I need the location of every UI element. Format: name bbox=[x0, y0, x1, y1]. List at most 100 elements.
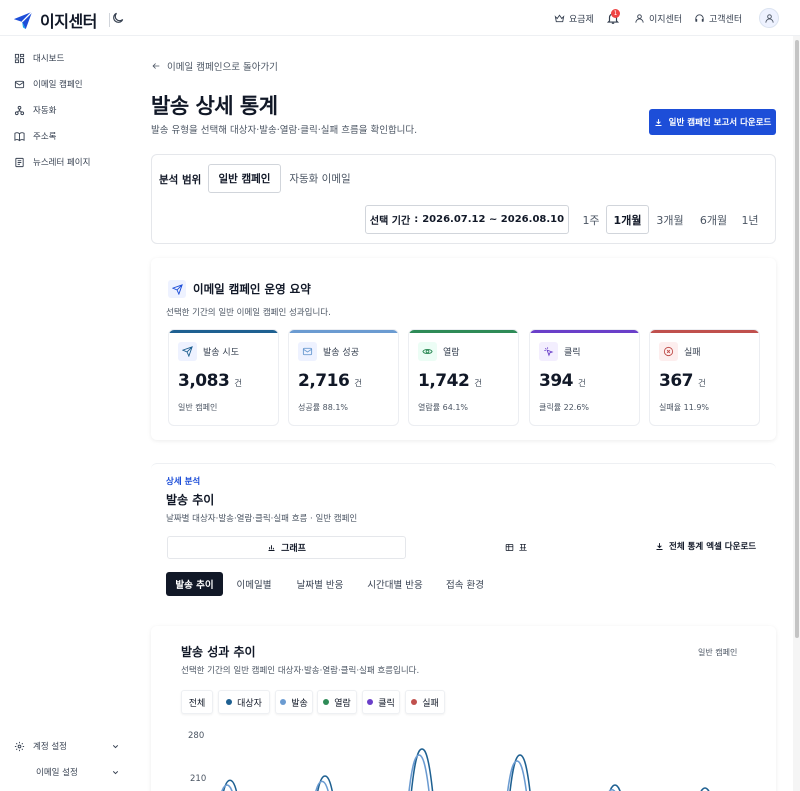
automation-icon bbox=[14, 105, 25, 115]
view-tab-table[interactable]: 표 bbox=[410, 536, 622, 559]
detail-eyebrow: 상세 분석 bbox=[166, 477, 201, 487]
sidebar-item-dashboard[interactable]: 대시보드 bbox=[14, 52, 64, 64]
kpi-note: 성공률 88.1% bbox=[298, 403, 349, 412]
period-option-1w[interactable]: 1주 bbox=[579, 205, 603, 234]
eye-icon bbox=[422, 348, 433, 355]
moon-icon[interactable] bbox=[111, 11, 125, 25]
kpi-number: 394 bbox=[539, 371, 574, 391]
dashboard-icon bbox=[14, 53, 25, 63]
excel-download-button[interactable]: 전체 통계 엑셀 다운로드 bbox=[655, 540, 756, 552]
summary-icon-box bbox=[168, 280, 186, 298]
support-link[interactable]: 고객센터 bbox=[694, 12, 742, 25]
legend-filter-item[interactable]: 대상자 bbox=[218, 690, 270, 714]
sidebar-item-label: 뉴스레터 페이지 bbox=[33, 158, 91, 168]
scope-label: 분석 범위 bbox=[159, 174, 202, 186]
kpi-accent-bar bbox=[650, 330, 759, 333]
detail-subtitle: 날짜별 대상자·발송·열람·클릭·실패 흐름 · 일반 캠페인 bbox=[166, 514, 358, 524]
period-option-3m[interactable]: 3개월 bbox=[652, 205, 688, 234]
pricing-label: 요금제 bbox=[569, 15, 594, 25]
kpi-unit: 건 bbox=[578, 379, 586, 389]
pricing-link[interactable]: 요금제 bbox=[554, 12, 594, 25]
paper-plane-logo-icon bbox=[13, 11, 33, 30]
sub-tab-send-trend[interactable]: 발송 추이 bbox=[166, 572, 223, 596]
user-icon bbox=[635, 14, 644, 23]
legend-filter-item[interactable]: 열람 bbox=[317, 690, 357, 714]
legend-label: 클릭 bbox=[378, 698, 395, 709]
period-value: 2026.07.12 ~ 2026.08.10 bbox=[422, 214, 565, 225]
account-settings-menu[interactable]: 계정 설정 bbox=[14, 740, 120, 752]
legend-dot bbox=[226, 699, 233, 705]
avatar[interactable] bbox=[759, 8, 779, 28]
kpi-value: 2,716 건 bbox=[298, 371, 362, 391]
y-tick-label: 210 bbox=[190, 774, 207, 784]
kpi-number: 2,716 bbox=[298, 371, 350, 391]
send-icon bbox=[182, 346, 193, 357]
sub-tab-by-email[interactable]: 이메일별 bbox=[228, 572, 280, 596]
kpi-label: 실패 bbox=[684, 348, 701, 358]
sidebar-item-address-book[interactable]: 주소록 bbox=[14, 130, 56, 142]
legend-filter-item[interactable]: 실패 bbox=[405, 690, 445, 714]
kpi-number: 3,083 bbox=[178, 371, 230, 391]
kpi-value: 3,083 건 bbox=[178, 371, 242, 391]
kpi-card: 실패 367 건 실패율 11.9% bbox=[649, 329, 760, 426]
page-subtitle: 발송 유형을 선택해 대상자·발송·열람·클릭·실패 흐름을 확인합니다. bbox=[151, 125, 418, 136]
period-label: 선택 기간 bbox=[369, 216, 411, 227]
legend-filter-item[interactable]: 발송 bbox=[275, 690, 313, 714]
sidebar-item-label: 주소록 bbox=[33, 132, 57, 142]
period-range-display[interactable]: 선택 기간 : 2026.07.12 ~ 2026.08.10 bbox=[365, 205, 569, 234]
kpi-value: 1,742 건 bbox=[418, 371, 482, 391]
scope-tab-automation[interactable]: 자동화 이메일 bbox=[284, 164, 356, 193]
kpi-unit: 건 bbox=[698, 379, 706, 389]
kpi-accent-bar bbox=[289, 330, 398, 333]
sub-tab-by-hour[interactable]: 시간대별 반응 bbox=[360, 572, 430, 596]
excel-download-label: 전체 통계 엑셀 다운로드 bbox=[669, 542, 757, 552]
view-tab-graph[interactable]: 그래프 bbox=[167, 536, 406, 559]
sidebar-item-newsletter[interactable]: 뉴스레터 페이지 bbox=[14, 156, 90, 168]
kpi-label: 열람 bbox=[443, 348, 460, 358]
view-tab-label: 그래프 bbox=[281, 544, 306, 554]
mail-icon bbox=[14, 80, 25, 88]
send-icon bbox=[171, 283, 183, 295]
chevron-down-icon bbox=[112, 744, 119, 748]
legend-filter-all[interactable]: 전체 bbox=[181, 690, 213, 714]
sidebar-item-email-campaign[interactable]: 이메일 캠페인 bbox=[14, 78, 83, 90]
period-option-6m[interactable]: 6개월 bbox=[695, 205, 732, 234]
brand-logo[interactable]: 이지센터 bbox=[12, 8, 110, 32]
click-icon bbox=[544, 347, 554, 357]
sub-tab-environment[interactable]: 접속 환경 bbox=[438, 572, 492, 596]
page-title: 발송 상세 통계 bbox=[151, 94, 278, 118]
sidebar: 대시보드 이메일 캠페인 자동화 주소록 뉴스레터 페이지 계정 설정 이메일 … bbox=[0, 36, 135, 791]
kpi-card: 발송 성공 2,716 건 성공률 88.1% bbox=[288, 329, 399, 426]
kpi-unit: 건 bbox=[234, 379, 243, 389]
period-option-1m[interactable]: 1개월 bbox=[606, 205, 649, 234]
back-link[interactable]: 이메일 캠페인으로 돌아가기 bbox=[151, 59, 278, 73]
legend-filter-item[interactable]: 클릭 bbox=[362, 690, 400, 714]
kpi-value: 394 건 bbox=[539, 371, 586, 391]
kpi-number: 367 bbox=[659, 371, 694, 391]
kpi-label: 클릭 bbox=[564, 348, 581, 358]
view-tab-label: 표 bbox=[518, 544, 528, 554]
user-avatar-icon bbox=[764, 13, 774, 23]
email-settings-label: 이메일 설정 bbox=[36, 768, 78, 778]
kpi-icon-box bbox=[298, 342, 317, 361]
brand-name: 이지센터 bbox=[40, 12, 97, 31]
series-line-peak bbox=[609, 784, 621, 791]
table-icon bbox=[505, 544, 514, 551]
legend-dot bbox=[367, 699, 374, 705]
download-report-button[interactable]: 일반 캠페인 보고서 다운로드 bbox=[649, 109, 776, 135]
sidebar-item-automation[interactable]: 자동화 bbox=[14, 104, 56, 116]
period-option-1y[interactable]: 1년 bbox=[738, 205, 762, 234]
scrollbar-thumb[interactable] bbox=[795, 40, 799, 638]
email-settings-menu[interactable]: 이메일 설정 bbox=[14, 766, 120, 778]
kpi-note: 일반 캠페인 bbox=[178, 403, 218, 412]
download-icon bbox=[655, 118, 662, 126]
kpi-accent-bar bbox=[169, 330, 278, 333]
legend-label: 실패 bbox=[422, 698, 439, 709]
chevron-down-icon bbox=[112, 770, 119, 774]
scope-tab-campaign[interactable]: 일반 캠페인 bbox=[208, 164, 281, 193]
sub-tab-by-date[interactable]: 날짜별 반응 bbox=[289, 572, 351, 596]
divider bbox=[108, 13, 110, 27]
chart-title: 발송 성과 추이 bbox=[181, 645, 256, 659]
my-center-link[interactable]: 이지센터 bbox=[634, 12, 682, 25]
book-icon bbox=[14, 131, 25, 141]
